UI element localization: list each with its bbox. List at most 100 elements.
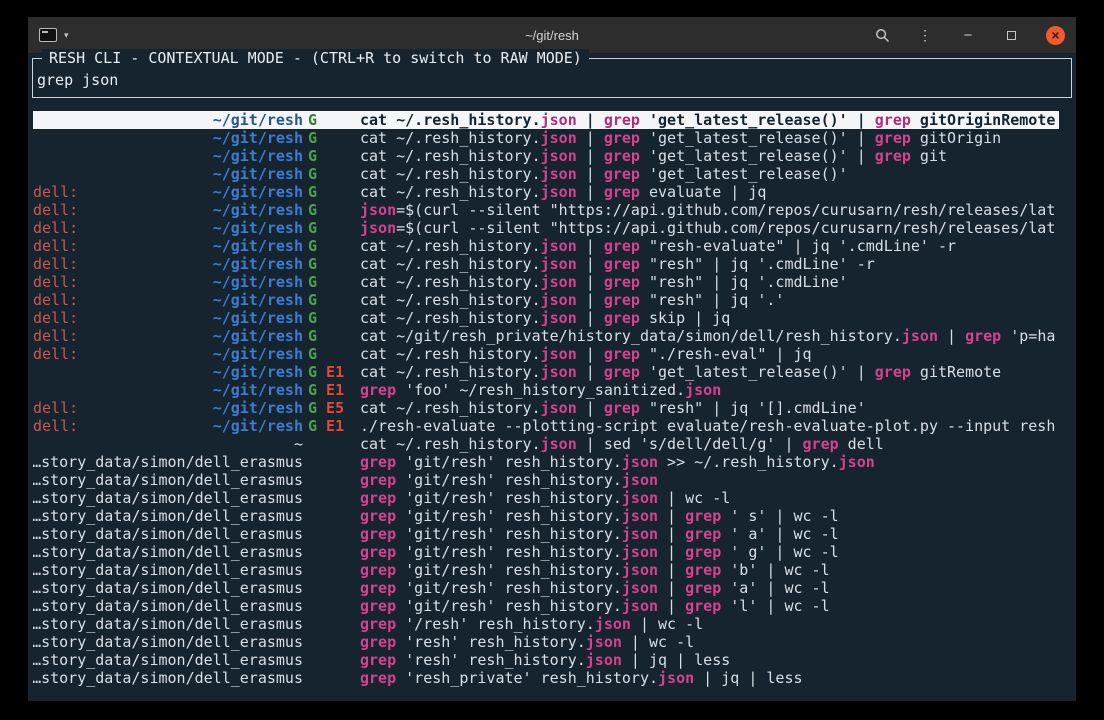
command-segment: cat ~/.resh_history. [360, 237, 541, 255]
status-flags [305, 507, 360, 525]
command-segment: | [658, 597, 685, 615]
history-row[interactable]: dell:~/git/reshGjson=$(curl --silent "ht… [33, 201, 1059, 219]
flag-g: G [308, 129, 317, 147]
history-row[interactable]: …story_data/simon/dell_erasmusgrep 'resh… [33, 651, 1059, 669]
history-row[interactable]: dell:~/git/reshGcat ~/.resh_history.json… [33, 345, 1059, 363]
command-segment: 'git/resh' resh_history. [396, 471, 622, 489]
history-row[interactable]: dell:~/git/reshGcat ~/.resh_history.json… [33, 255, 1059, 273]
history-row[interactable]: …story_data/simon/dell_erasmusgrep 'git/… [33, 561, 1059, 579]
row-context: dell:~/git/resh [33, 255, 305, 273]
close-button[interactable]: × [1046, 26, 1065, 45]
path-label: …story_data/simon/dell_erasmus [33, 471, 303, 489]
history-row[interactable]: …story_data/simon/dell_erasmusgrep 'git/… [33, 579, 1059, 597]
command-segment: cat ~/.resh_history. [360, 147, 541, 165]
menu-button[interactable]: ⋮ [917, 26, 933, 44]
command-text: grep 'git/resh' resh_history.json [360, 471, 1059, 489]
history-row[interactable]: …story_data/simon/dell_erasmusgrep 'resh… [33, 633, 1059, 651]
command-segment: | [658, 507, 685, 525]
history-row[interactable]: …story_data/simon/dell_erasmusgrep 'git/… [33, 543, 1059, 561]
history-row[interactable]: …story_data/simon/dell_erasmusgrep 'git/… [33, 489, 1059, 507]
new-terminal-button[interactable]: ▾ [39, 28, 69, 42]
command-segment: | [577, 255, 604, 273]
query-match: grep [360, 507, 396, 525]
restore-button[interactable] [1003, 26, 1019, 44]
path-label: ~/git/resh [213, 309, 303, 327]
query-match: json [541, 111, 577, 129]
query-match: json [360, 201, 396, 219]
history-row[interactable]: …story_data/simon/dell_erasmus grep 'git/… [33, 471, 1059, 489]
flag-g: G [308, 165, 317, 183]
path-label: ~/git/resh [213, 219, 303, 237]
history-row[interactable]: dell:~/git/reshG E5cat ~/.resh_history.j… [33, 399, 1059, 417]
query-match: json [902, 327, 938, 345]
query-match: grep [875, 111, 911, 129]
history-row[interactable]: dell:~/git/reshGcat ~/git/resh_private/h… [33, 327, 1059, 345]
history-row[interactable]: …story_data/simon/dell_erasmusgrep 'git/… [33, 453, 1059, 471]
minimize-button[interactable]: − [960, 26, 976, 44]
path-label: ~/git/resh [213, 273, 303, 291]
path-label: ~/git/resh [213, 399, 303, 417]
history-row[interactable]: ~/git/reshGcat ~/.resh_history.json | gr… [33, 129, 1059, 147]
flag-g: G [308, 381, 317, 399]
command-text: grep 'git/resh' resh_history.json | grep… [360, 597, 1059, 615]
command-text: cat ~/.resh_history.json | grep 'get_lat… [360, 165, 1059, 183]
command-segment: cat ~/.resh_history. [360, 363, 541, 381]
history-row[interactable]: ~/git/reshGcat ~/.resh_history.json | gr… [33, 111, 1059, 129]
history-row[interactable]: dell:~/git/reshG E1./resh-evaluate --plo… [33, 417, 1059, 435]
history-row[interactable]: dell:~/git/reshGcat ~/.resh_history.json… [33, 237, 1059, 255]
close-icon: × [1051, 28, 1059, 42]
history-row[interactable]: dell:~/git/reshGcat ~/.resh_history.json… [33, 309, 1059, 327]
flag-g: G [308, 201, 317, 219]
search-button[interactable] [874, 26, 890, 44]
history-row[interactable]: ~cat ~/.resh_history.json | sed 's/dell/… [33, 435, 1059, 453]
history-row[interactable]: ~/git/reshG E1grep 'foo' ~/resh_history_… [33, 381, 1059, 399]
query-match: json [622, 597, 658, 615]
history-row[interactable]: dell:~/git/reshGjson=$(curl --silent "ht… [33, 219, 1059, 237]
command-segment: "./resh-eval" | jq [640, 345, 812, 363]
command-text: json=$(curl --silent "https://api.github… [360, 201, 1059, 219]
status-flags [305, 597, 360, 615]
query-match: grep [604, 147, 640, 165]
command-text: cat ~/.resh_history.json | grep 'get_lat… [360, 363, 1059, 381]
command-segment: gitOriginRemote [911, 111, 1056, 129]
history-row[interactable]: …story_data/simon/dell_erasmusgrep 'git/… [33, 507, 1059, 525]
history-row[interactable]: dell:~/git/reshGcat ~/.resh_history.json… [33, 183, 1059, 201]
query-match: grep [685, 507, 721, 525]
query-match: json [622, 579, 658, 597]
history-row[interactable]: …story_data/simon/dell_erasmusgrep 'git/… [33, 525, 1059, 543]
history-row[interactable]: dell:~/git/reshGcat ~/.resh_history.json… [33, 273, 1059, 291]
command-text: cat ~/.resh_history.json | grep 'get_lat… [360, 111, 1059, 129]
row-context: …story_data/simon/dell_erasmus [33, 651, 305, 669]
query-match: json [586, 651, 622, 669]
path-label: …story_data/simon/dell_erasmus [33, 525, 303, 543]
command-segment: cat ~/.resh_history. [360, 435, 541, 453]
history-row[interactable]: …story_data/simon/dell_erasmusgrep 'resh… [33, 669, 1059, 687]
history-row[interactable]: ~/git/reshGcat ~/.resh_history.json | gr… [33, 165, 1059, 183]
row-context: dell:~/git/resh [33, 291, 305, 309]
query-match: json [541, 399, 577, 417]
path-label: …story_data/simon/dell_erasmus [33, 453, 303, 471]
command-segment: git [911, 147, 947, 165]
command-segment: 'l' | wc -l [721, 597, 829, 615]
flag-g: G [308, 309, 317, 327]
query-match: grep [604, 165, 640, 183]
command-segment: 'resh' resh_history. [396, 633, 586, 651]
command-segment: 'get_latest_release()' | [640, 111, 875, 129]
row-context: …story_data/simon/dell_erasmus [33, 615, 305, 633]
path-label: ~/git/resh [213, 237, 303, 255]
terminal-window: ▾ ~/git/resh ⋮ − × RESH CLI - CONTEXTUAL… [28, 17, 1076, 701]
path-label: …story_data/simon/dell_erasmus [33, 597, 303, 615]
history-row[interactable]: ~/git/reshG E1cat ~/.resh_history.json |… [33, 363, 1059, 381]
command-segment: cat ~/.resh_history. [360, 183, 541, 201]
history-row[interactable]: …story_data/simon/dell_erasmusgrep '/res… [33, 615, 1059, 633]
query-match: json [541, 183, 577, 201]
history-row[interactable]: dell:~/git/reshGcat ~/.resh_history.json… [33, 291, 1059, 309]
row-context: dell:~/git/resh [33, 399, 305, 417]
history-row[interactable]: …story_data/simon/dell_erasmus grep 'git/… [33, 597, 1059, 615]
search-icon [875, 28, 890, 43]
command-text: cat ~/.resh_history.json | grep skip | j… [360, 309, 1059, 327]
row-context: …story_data/simon/dell_erasmus [33, 471, 305, 489]
path-label: ~/git/resh [213, 201, 303, 219]
history-row[interactable]: ~/git/reshGcat ~/.resh_history.json | gr… [33, 147, 1059, 165]
host-label: dell: [33, 183, 78, 201]
